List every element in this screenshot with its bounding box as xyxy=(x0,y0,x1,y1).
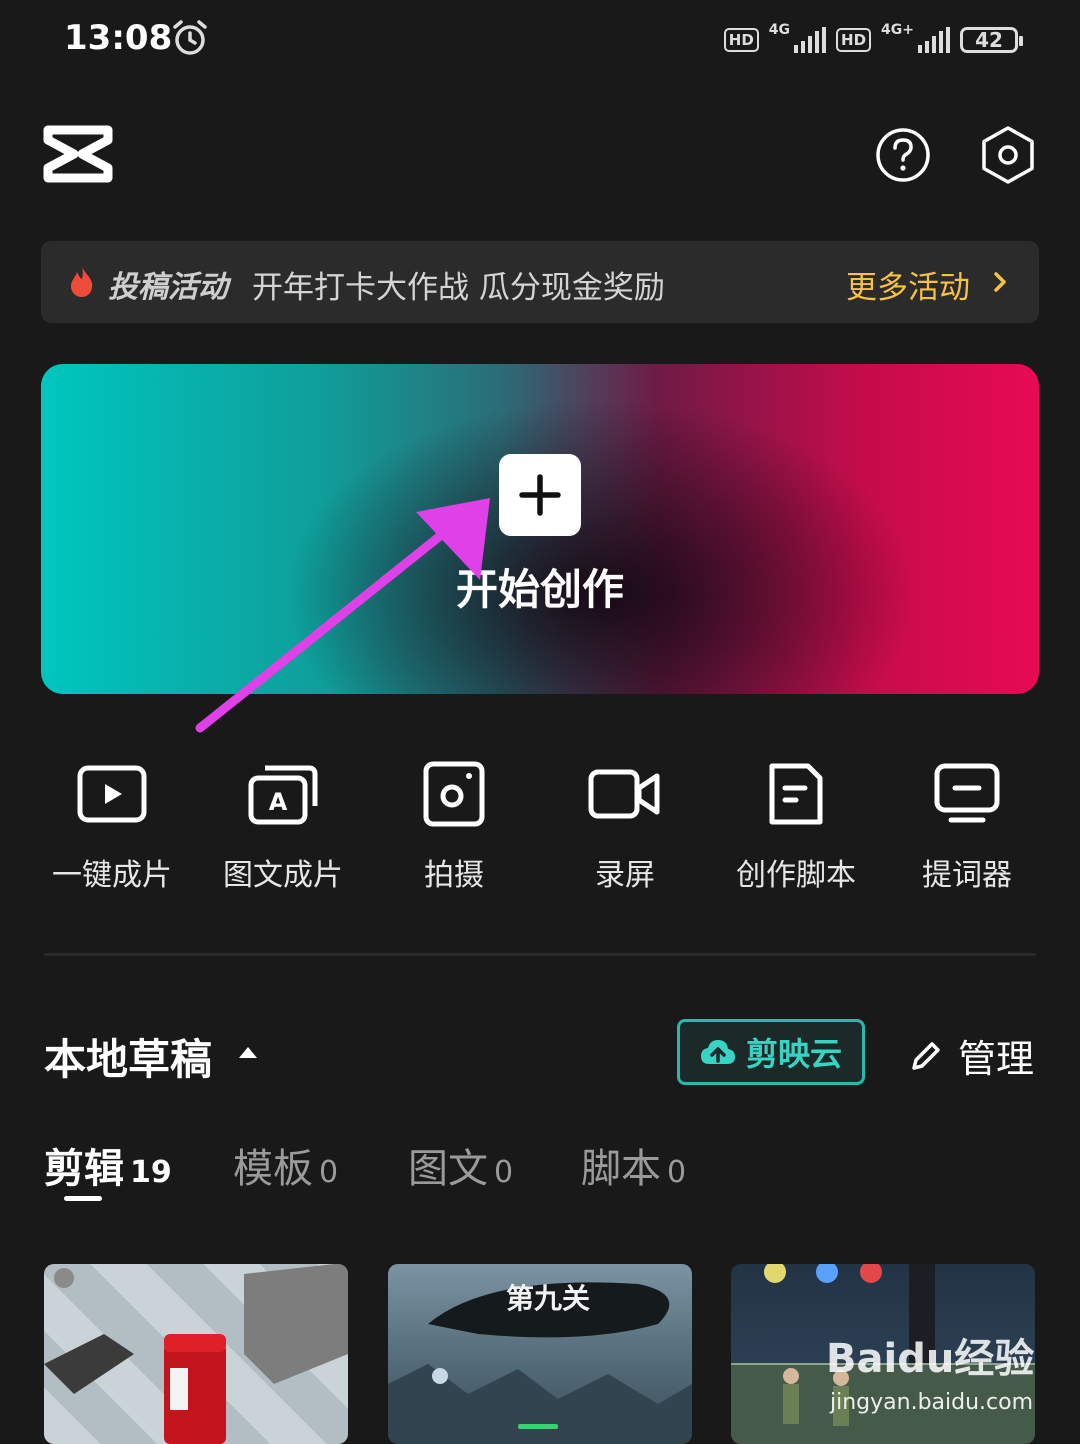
alarm-icon xyxy=(173,20,207,55)
svg-text:A: A xyxy=(269,788,288,816)
tool-one-click-video[interactable]: 一键成片 xyxy=(27,756,197,894)
tab-image-text[interactable]: 图文 0 xyxy=(408,1136,513,1194)
tool-label: 图文成片 xyxy=(223,858,343,893)
hd-badge-2: HD xyxy=(836,28,872,52)
cloud-label: 剪映云 xyxy=(745,1035,842,1073)
local-drafts-title[interactable]: 本地草稿 xyxy=(44,1026,212,1087)
draft-preview-image xyxy=(44,1264,348,1444)
battery-icon: 42 xyxy=(960,27,1023,53)
tool-label: 录屏 xyxy=(595,858,655,893)
tab-name: 剪辑 xyxy=(44,1146,124,1192)
manage-label: 管理 xyxy=(958,1037,1035,1081)
script-icon xyxy=(769,763,823,825)
draft-preview-image: 第九关 xyxy=(388,1282,692,1444)
edit-pencil-icon xyxy=(912,1041,940,1070)
tool-label: 一键成片 xyxy=(52,858,172,893)
banner-tag: 投稿活动 xyxy=(108,270,228,305)
signal-icon-2 xyxy=(918,27,950,53)
watermark-url: jingyan.baidu.com xyxy=(830,1390,1034,1415)
tab-name: 模板 xyxy=(233,1146,313,1192)
tool-script[interactable]: 创作脚本 xyxy=(711,756,881,894)
fire-icon xyxy=(71,266,93,297)
tool-label: 创作脚本 xyxy=(736,858,856,893)
tool-text-to-video[interactable]: A 图文成片 xyxy=(198,756,368,894)
network-type: 4G xyxy=(768,22,791,38)
status-icons: HD 4G HD 4G+ 42 xyxy=(723,20,1023,60)
hd-badge: HD xyxy=(723,28,759,52)
tab-script[interactable]: 脚本 0 xyxy=(581,1136,686,1194)
teleprompter-icon xyxy=(934,763,1000,823)
signal-icon xyxy=(794,27,827,53)
banner-text: 开年打卡大作战 瓜分现金奖励 xyxy=(252,270,665,306)
tab-count: 0 xyxy=(494,1155,514,1190)
annotation-arrow-icon xyxy=(195,498,490,733)
tool-camera[interactable]: 拍摄 xyxy=(369,756,539,894)
play-icon xyxy=(77,765,147,823)
watermark-brand: Baidu经验 xyxy=(826,1336,1035,1382)
cloud-upload-icon xyxy=(700,1040,735,1064)
caret-up-icon[interactable] xyxy=(237,1044,259,1060)
tab-count: 0 xyxy=(319,1155,339,1190)
draft-thumbnail[interactable]: 第九关 xyxy=(388,1264,692,1444)
tab-name: 图文 xyxy=(408,1146,488,1192)
tab-template[interactable]: 模板 0 xyxy=(233,1136,338,1194)
screen-record-icon xyxy=(588,769,660,819)
draft-thumbnail[interactable] xyxy=(44,1264,348,1444)
tab-count: 19 xyxy=(130,1155,172,1190)
jianying-cloud-button[interactable]: 剪映云 xyxy=(677,1019,865,1085)
manage-button[interactable]: 管理 xyxy=(908,1028,1034,1083)
tab-edit[interactable]: 剪辑 19 xyxy=(44,1136,172,1194)
settings-icon[interactable] xyxy=(978,124,1038,186)
more-activities-link[interactable]: 更多活动 xyxy=(846,262,970,307)
help-icon[interactable] xyxy=(874,126,932,184)
tab-name: 脚本 xyxy=(581,1146,661,1192)
camera-icon xyxy=(423,761,485,827)
tool-label: 提词器 xyxy=(922,858,1012,893)
start-creation-button[interactable] xyxy=(499,454,581,536)
text-to-video-icon: A xyxy=(248,765,318,825)
tool-screen-record[interactable]: 录屏 xyxy=(540,756,710,894)
active-tab-indicator xyxy=(64,1196,102,1201)
tool-teleprompter[interactable]: 提词器 xyxy=(882,756,1052,894)
tool-label: 拍摄 xyxy=(424,858,484,893)
status-time: 13:08 xyxy=(64,18,173,58)
chevron-right-icon xyxy=(994,272,1006,292)
tab-count: 0 xyxy=(667,1155,687,1190)
thumbnail-caption: 第九关 xyxy=(506,1282,590,1315)
capcut-logo-icon xyxy=(43,125,113,183)
plus-icon xyxy=(519,474,561,516)
section-divider xyxy=(44,953,1036,956)
network-type-2: 4G+ xyxy=(881,22,914,38)
